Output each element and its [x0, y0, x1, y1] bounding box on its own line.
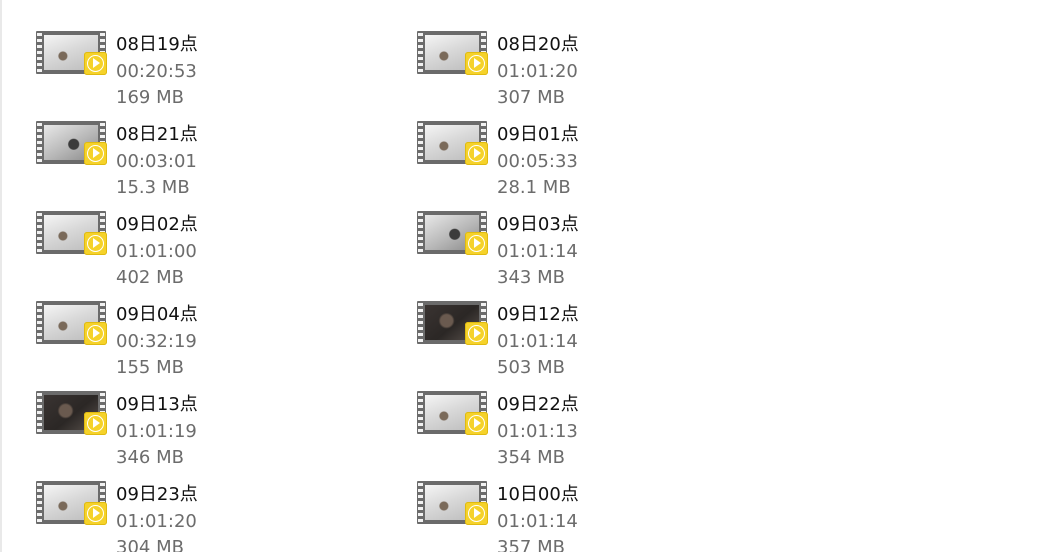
play-triangle	[93, 58, 100, 68]
video-thumbnail[interactable]	[36, 481, 107, 525]
play-icon	[84, 142, 107, 165]
play-triangle	[93, 328, 100, 338]
play-icon	[84, 232, 107, 255]
file-item[interactable]: 09日02点 01:01:00 402 MB	[0, 196, 300, 288]
film-sprockets-left	[37, 393, 42, 432]
play-triangle	[474, 148, 481, 158]
film-sprockets-left	[418, 393, 423, 432]
file-item[interactable]: 09日12点 01:01:14 503 MB	[381, 286, 681, 378]
film-sprockets-left	[37, 303, 42, 342]
play-icon	[84, 502, 107, 525]
file-duration: 01:01:14	[497, 331, 578, 352]
video-thumbnail[interactable]	[36, 391, 107, 435]
film-sprockets-left	[37, 213, 42, 252]
play-icon	[465, 322, 488, 345]
file-duration: 00:03:01	[116, 151, 197, 172]
film-sprockets-left	[37, 483, 42, 522]
file-name[interactable]: 09日03点	[497, 214, 579, 236]
file-name[interactable]: 09日22点	[497, 394, 579, 416]
file-name[interactable]: 08日19点	[116, 34, 198, 56]
video-thumbnail[interactable]	[36, 211, 107, 255]
file-item[interactable]: 08日20点 01:01:20 307 MB	[381, 16, 681, 108]
video-thumbnail[interactable]	[417, 481, 488, 525]
play-triangle	[474, 238, 481, 248]
video-thumbnail[interactable]	[417, 211, 488, 255]
file-duration: 01:01:20	[497, 61, 578, 82]
play-triangle	[93, 148, 100, 158]
file-item[interactable]: 09日22点 01:01:13 354 MB	[381, 376, 681, 468]
file-duration: 01:01:13	[497, 421, 578, 442]
video-thumbnail[interactable]	[417, 121, 488, 165]
play-triangle	[93, 238, 100, 248]
file-duration: 01:01:00	[116, 241, 197, 262]
video-thumbnail[interactable]	[36, 31, 107, 75]
play-icon	[465, 52, 488, 75]
play-triangle	[474, 328, 481, 338]
film-sprockets-left	[418, 123, 423, 162]
play-icon	[465, 412, 488, 435]
film-sprockets-left	[418, 483, 423, 522]
play-triangle	[93, 418, 100, 428]
file-duration: 01:01:14	[497, 511, 578, 532]
play-icon	[84, 52, 107, 75]
file-name[interactable]: 10日00点	[497, 484, 579, 506]
file-name[interactable]: 09日13点	[116, 394, 198, 416]
file-duration: 01:01:20	[116, 511, 197, 532]
play-icon	[465, 142, 488, 165]
file-item[interactable]: 08日21点 00:03:01 15.3 MB	[0, 106, 300, 198]
play-triangle	[474, 58, 481, 68]
play-triangle	[93, 508, 100, 518]
file-name[interactable]: 09日12点	[497, 304, 579, 326]
file-item[interactable]: 10日00点 01:01:14 357 MB	[381, 466, 681, 552]
file-name[interactable]: 08日20点	[497, 34, 579, 56]
video-thumbnail[interactable]	[417, 391, 488, 435]
file-item[interactable]: 09日03点 01:01:14 343 MB	[381, 196, 681, 288]
file-item[interactable]: 09日23点 01:01:20 304 MB	[0, 466, 300, 552]
video-file-grid: 08日19点 00:20:53 169 MB 08日21点 00:03:01 1…	[0, 0, 1054, 552]
file-size: 304 MB	[116, 537, 184, 552]
play-icon	[465, 232, 488, 255]
file-name[interactable]: 08日21点	[116, 124, 198, 146]
play-icon	[84, 322, 107, 345]
file-duration: 00:20:53	[116, 61, 197, 82]
video-thumbnail[interactable]	[36, 121, 107, 165]
file-size: 357 MB	[497, 537, 565, 552]
film-sprockets-left	[418, 33, 423, 72]
file-name[interactable]: 09日04点	[116, 304, 198, 326]
video-thumbnail[interactable]	[417, 31, 488, 75]
file-item[interactable]: 09日13点 01:01:19 346 MB	[0, 376, 300, 468]
video-thumbnail[interactable]	[417, 301, 488, 345]
play-triangle	[474, 508, 481, 518]
file-duration: 01:01:19	[116, 421, 197, 442]
file-explorer-content-view: 08日19点 00:20:53 169 MB 08日21点 00:03:01 1…	[0, 0, 1054, 552]
file-duration: 01:01:14	[497, 241, 578, 262]
video-thumbnail[interactable]	[36, 301, 107, 345]
film-sprockets-left	[37, 123, 42, 162]
play-triangle	[474, 418, 481, 428]
file-item[interactable]: 09日04点 00:32:19 155 MB	[0, 286, 300, 378]
file-item[interactable]: 08日19点 00:20:53 169 MB	[0, 16, 300, 108]
file-name[interactable]: 09日01点	[497, 124, 579, 146]
play-icon	[84, 412, 107, 435]
film-sprockets-left	[418, 213, 423, 252]
file-duration: 00:32:19	[116, 331, 197, 352]
play-icon	[465, 502, 488, 525]
film-sprockets-left	[418, 303, 423, 342]
file-item[interactable]: 09日01点 00:05:33 28.1 MB	[381, 106, 681, 198]
file-duration: 00:05:33	[497, 151, 578, 172]
film-sprockets-left	[37, 33, 42, 72]
file-name[interactable]: 09日02点	[116, 214, 198, 236]
file-name[interactable]: 09日23点	[116, 484, 198, 506]
